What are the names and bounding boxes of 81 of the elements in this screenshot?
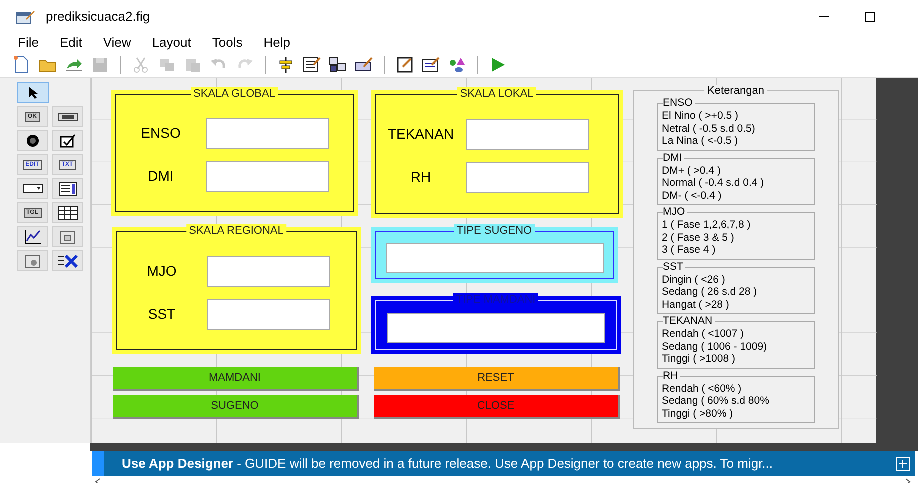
toolbar-editor-icon[interactable]: [354, 54, 374, 74]
field-label: RH: [410, 168, 432, 187]
axes-tool[interactable]: [17, 226, 48, 247]
listbox-icon: [58, 182, 76, 196]
maximize-icon[interactable]: [864, 10, 876, 22]
panel-tool[interactable]: [52, 226, 83, 247]
group-title: DMI: [663, 152, 684, 164]
field-label: ENSO: [140, 124, 182, 143]
legend-line: Tinggi ( >1008 ): [662, 353, 736, 366]
field-label: TEKANAN: [386, 125, 456, 144]
app-icon: [16, 8, 36, 24]
output-field[interactable]: [387, 313, 605, 343]
legend-line: Tinggi ( >80% ): [662, 408, 734, 420]
legend-line: Sedang ( 1006 - 1009): [662, 340, 768, 353]
legend-line: 3 ( Fase 4 ): [662, 244, 717, 256]
legend-line: 1 ( Fase 1,2,6,7,8 ): [662, 219, 752, 232]
field-label: MJO: [146, 262, 178, 280]
action-button[interactable]: CLOSE: [374, 395, 620, 419]
tab-order-icon[interactable]: [328, 54, 348, 74]
action-button[interactable]: SUGENO: [113, 395, 359, 419]
activex-tool[interactable]: [52, 250, 83, 271]
arrow-pointer-icon[interactable]: [17, 82, 49, 103]
menu-item[interactable]: Edit: [60, 32, 82, 52]
legend-line: Hangat ( >28 ): [662, 298, 730, 311]
activex-icon: [56, 254, 78, 268]
radio-button-tool[interactable]: [17, 130, 48, 151]
legend-title: Keterangan: [704, 85, 768, 97]
menu-item[interactable]: Help: [264, 32, 290, 52]
panel-icon: [60, 228, 76, 244]
legend-line: Rendah ( <1007 ): [662, 328, 746, 340]
menu-editor-icon[interactable]: [302, 54, 322, 74]
legend-line: Rendah ( <60% ): [662, 382, 743, 395]
banner-message: Use App Designer - GUIDE will be removed in a future release. Use App Designer to create new apps. To migr...: [122, 454, 774, 473]
slider-icon: [58, 112, 78, 120]
legend-line: 2 ( Fase 3 & 5 ): [662, 232, 736, 244]
group-title: MJO: [663, 206, 688, 218]
table-icon: [58, 206, 78, 220]
listbox-tool[interactable]: [52, 178, 83, 199]
menu-item[interactable]: File: [18, 32, 39, 52]
expand-icon[interactable]: [895, 456, 911, 472]
field-label: SST: [147, 304, 177, 324]
input-field[interactable]: [466, 162, 589, 193]
slider-tool[interactable]: [52, 106, 83, 127]
field-label: DMI: [147, 167, 175, 186]
banner-accent: [92, 451, 104, 476]
group-title: ENSO: [663, 97, 695, 109]
input-field[interactable]: [207, 256, 330, 286]
legend-line: Sedang ( 60% s.d 80%: [662, 395, 770, 408]
checkbox-icon: [60, 134, 76, 148]
legend-line: Normal ( -0.4 s.d 0.4 ): [662, 177, 766, 190]
popup-menu-tool[interactable]: [17, 178, 48, 199]
legend-line: La Nina ( <-0.5 ): [662, 135, 740, 148]
table-tool[interactable]: [52, 202, 83, 223]
button-group-tool[interactable]: [17, 250, 48, 271]
menu-item[interactable]: Tools: [212, 32, 243, 52]
menu-item[interactable]: Layout: [152, 32, 192, 52]
legend-line: El Nino ( >+0.5 ): [662, 110, 740, 122]
legend-line: DM+ ( >0.4 ): [662, 164, 722, 177]
checkbox-tool[interactable]: [52, 130, 83, 151]
legend-line: DM- ( <-0.4 ): [662, 190, 723, 202]
editor-icon[interactable]: [395, 54, 415, 74]
group-title: SST: [663, 260, 686, 272]
property-inspector-icon[interactable]: [421, 54, 441, 74]
group-title: RH: [663, 370, 680, 382]
legend-line: Sedang ( 26 s.d 28 ): [662, 286, 758, 298]
action-button[interactable]: MAMDANI: [113, 367, 359, 391]
menu-item[interactable]: View: [103, 32, 132, 52]
action-button[interactable]: RESET: [374, 367, 620, 391]
input-field[interactable]: [206, 118, 329, 149]
popup-menu-icon: [22, 184, 42, 193]
legend-line: Netral ( -0.5 s.d 0.5): [662, 122, 756, 135]
output-field[interactable]: [386, 243, 604, 273]
legend-line: Dingin ( <26 ): [662, 274, 726, 286]
axes-icon: [24, 228, 42, 244]
button-group-icon: [24, 252, 40, 268]
window-title: prediksicuaca2.fig: [46, 8, 150, 26]
input-field[interactable]: [206, 161, 329, 192]
radio-button-icon: [26, 134, 40, 148]
input-field[interactable]: [207, 298, 330, 330]
group-title: TEKANAN: [663, 315, 715, 327]
input-field[interactable]: [466, 119, 589, 150]
